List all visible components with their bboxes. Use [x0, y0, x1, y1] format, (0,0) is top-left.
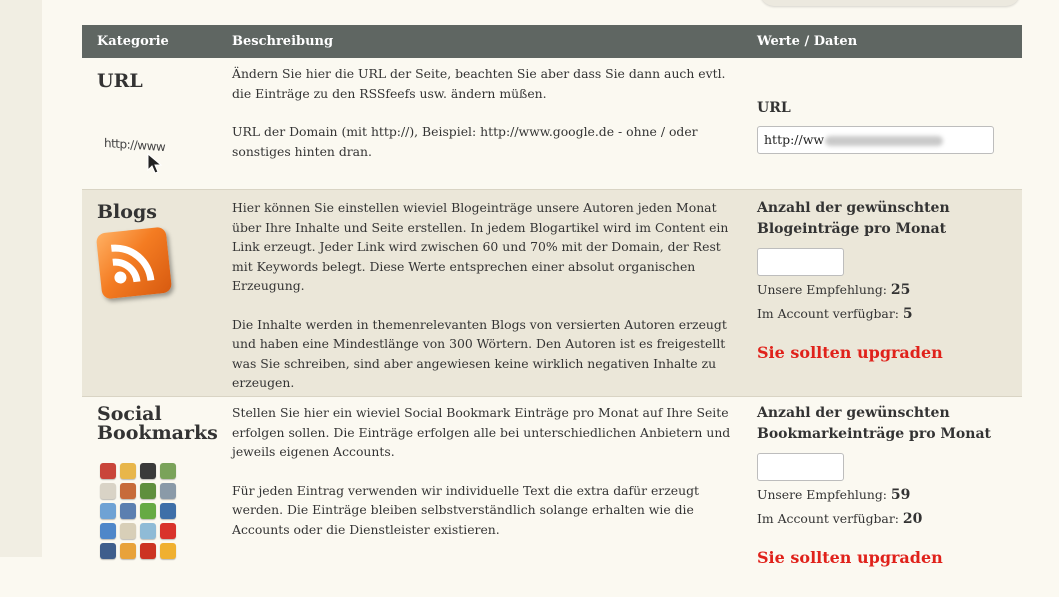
blogs-value-heading: Anzahl der gewünschten Blogeinträge pro … — [757, 200, 950, 237]
table-row-blogs: Blogs Hier können Sie einstellen wieviel… — [82, 190, 1022, 397]
blogs-available-value: 5 — [902, 306, 913, 322]
social-desc-p1: Stellen Sie hier ein wieviel Social Book… — [232, 405, 731, 459]
bookmark-service-icon — [100, 483, 116, 499]
social-upgrade-link[interactable]: Sie sollten upgraden — [757, 548, 1007, 567]
blogs-recommendation: Unsere Empfehlung: 25 — [757, 278, 1007, 302]
top-bar-edge — [760, 0, 1020, 6]
bookmark-services-icons — [100, 463, 176, 559]
header-category: Kategorie — [97, 34, 169, 49]
category-url: URL — [97, 70, 143, 92]
bookmark-service-icon — [160, 503, 176, 519]
category-social-line2: Bookmarks — [97, 422, 218, 444]
blogs-availability: Im Account verfügbar: 5 — [757, 302, 1007, 326]
social-available-value: 20 — [902, 511, 923, 527]
blogs-count-input[interactable] — [757, 248, 844, 276]
rss-feed-icon — [95, 226, 173, 300]
bookmark-service-icon — [120, 523, 136, 539]
settings-table: Kategorie Beschreibung Werte / Daten URL… — [82, 25, 1022, 597]
social-recommendation: Unsere Empfehlung: 59 — [757, 483, 1007, 507]
blogs-recommend-label: Unsere Empfehlung: — [757, 282, 887, 297]
social-value-heading: Anzahl der gewünschten Bookmarkeinträge … — [757, 405, 991, 442]
blogs-values: Anzahl der gewünschten Blogeinträge pro … — [757, 198, 1007, 362]
bookmark-service-icon — [120, 483, 136, 499]
blogs-desc-p1: Hier können Sie einstellen wieviel Bloge… — [232, 200, 729, 293]
social-description: Stellen Sie hier ein wieviel Social Book… — [232, 403, 732, 558]
social-desc-p2: Für jeden Eintrag verwenden wir individu… — [232, 482, 699, 537]
bookmark-service-icon — [160, 483, 176, 499]
bookmark-service-icon — [120, 503, 136, 519]
bookmark-service-icon — [100, 503, 116, 519]
bookmark-service-icon — [120, 463, 136, 479]
blurred-domain — [825, 135, 944, 146]
bookmark-service-icon — [100, 523, 116, 539]
social-values: Anzahl der gewünschten Bookmarkeinträge … — [757, 403, 1007, 567]
blogs-description: Hier können Sie einstellen wieviel Bloge… — [232, 198, 732, 412]
blogs-desc-p2: Die Inhalte werden in themenrelevanten B… — [232, 316, 727, 391]
blogs-recommend-value: 25 — [890, 282, 911, 298]
bookmark-service-icon — [160, 463, 176, 479]
url-desc-p1: Ändern Sie hier die URL der Seite, beach… — [232, 66, 726, 101]
bookmark-service-icon — [140, 463, 156, 479]
left-margin — [0, 0, 42, 557]
blogs-available-label: Im Account verfügbar: — [757, 306, 899, 321]
bookmark-service-icon — [160, 523, 176, 539]
url-value-heading: URL — [757, 100, 791, 116]
bookmark-service-icon — [140, 523, 156, 539]
header-values: Werte / Daten — [757, 34, 858, 49]
table-header: Kategorie Beschreibung Werte / Daten — [82, 25, 1022, 58]
table-row-social-bookmarks: Social Bookmarks Stellen Sie hier ein wi… — [82, 397, 1022, 597]
social-recommend-label: Unsere Empfehlung: — [757, 487, 887, 502]
bookmark-service-icon — [140, 503, 156, 519]
category-social-bookmarks: Social Bookmarks — [97, 405, 218, 443]
blogs-upgrade-link[interactable]: Sie sollten upgraden — [757, 343, 1007, 362]
url-desc-p2: URL der Domain (mit http://), Beispiel: … — [232, 124, 698, 159]
cursor-arrow-icon — [147, 152, 163, 174]
bookmark-service-icon — [140, 483, 156, 499]
url-input-value: http://ww — [764, 132, 825, 147]
table-row-url: URL http://www Ändern Sie hier die URL d… — [82, 58, 1022, 190]
url-description: Ändern Sie hier die URL der Seite, beach… — [232, 64, 732, 180]
social-count-input[interactable] — [757, 453, 844, 481]
social-available-label: Im Account verfügbar: — [757, 511, 899, 526]
bookmark-service-icon — [100, 463, 116, 479]
url-input[interactable]: http://ww — [757, 126, 994, 154]
category-blogs: Blogs — [97, 201, 157, 223]
social-recommend-value: 59 — [890, 487, 911, 503]
url-values: URL http://ww — [757, 98, 1007, 154]
url-www-icon: http://www — [104, 136, 184, 184]
social-availability: Im Account verfügbar: 20 — [757, 507, 1007, 531]
header-description: Beschreibung — [232, 34, 334, 49]
